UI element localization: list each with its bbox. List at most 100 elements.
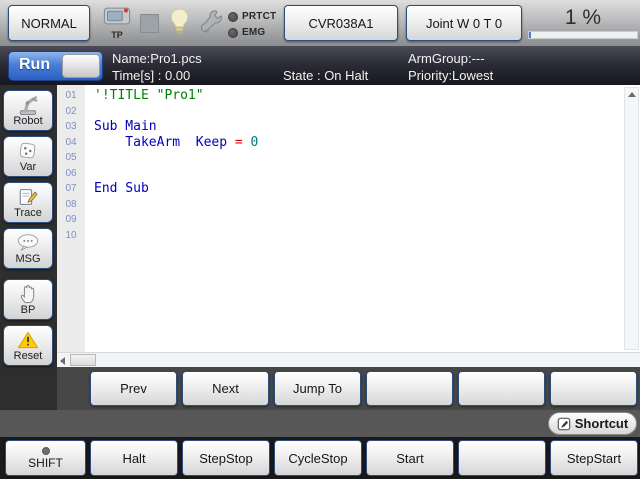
shift-indicator-dot xyxy=(42,447,50,455)
indicator-lamps: PRTCT EMG xyxy=(228,9,276,41)
sidebar-button-reset[interactable]: Reset xyxy=(3,325,53,366)
line-number: 02 xyxy=(57,104,85,120)
speed-percent-label: 1 % xyxy=(528,4,638,31)
code-text xyxy=(85,104,94,120)
run-toggle[interactable]: Run xyxy=(8,51,103,81)
code-line: 09 xyxy=(57,212,640,228)
horizontal-scroll-thumb[interactable] xyxy=(70,354,96,366)
code-text xyxy=(85,166,94,182)
code-text xyxy=(85,150,94,166)
scroll-up-icon[interactable] xyxy=(628,92,636,97)
sidebar-button-label: MSG xyxy=(15,253,40,265)
stepstop-button[interactable]: StepStop xyxy=(182,440,270,476)
sidebar-button-var[interactable]: Var xyxy=(3,136,53,177)
halt-button[interactable]: Halt xyxy=(90,440,178,476)
prtct-label: PRTCT xyxy=(242,11,276,22)
shortcut-label: Shortcut xyxy=(575,416,628,431)
horizontal-scrollbar[interactable] xyxy=(57,352,640,367)
bulb-icon[interactable] xyxy=(170,8,189,42)
program-name: Name:Pro1.pcs xyxy=(112,50,202,67)
mode-button[interactable]: NORMAL xyxy=(8,5,90,41)
nav-button-blank[interactable] xyxy=(550,371,637,406)
speed-display[interactable]: 1 % xyxy=(528,4,638,39)
code-line: 06 xyxy=(57,166,640,182)
teach-pendant-glyph xyxy=(103,6,131,26)
run-toggle-label: Run xyxy=(19,56,50,74)
speed-progress-bar xyxy=(528,31,638,39)
line-number: 03 xyxy=(57,119,85,135)
sidebar: Robot Var Trace MSG BP Reset xyxy=(0,85,57,410)
armgroup: ArmGroup:--- xyxy=(408,50,493,67)
code-line: 02 xyxy=(57,104,640,120)
prtct-lamp-icon xyxy=(228,12,238,22)
emg-lamp-icon xyxy=(228,28,238,38)
program-name-time: Name:Pro1.pcs Time[s] : 0.00 xyxy=(112,50,202,84)
warning-triangle-icon xyxy=(17,330,39,350)
nav-button-prev[interactable]: Prev xyxy=(90,371,177,406)
line-number: 01 xyxy=(57,88,85,104)
sidebar-button-label: Var xyxy=(20,161,36,173)
line-number: 06 xyxy=(57,166,85,182)
shortcut-button[interactable]: Shortcut xyxy=(548,412,637,435)
blank-button[interactable] xyxy=(458,440,546,476)
code-line: 01'!TITLE "Pro1" xyxy=(57,88,640,104)
code-editor[interactable]: 01'!TITLE "Pro1"0203Sub Main04 TakeArm K… xyxy=(57,85,640,352)
dice-icon xyxy=(17,141,39,161)
nav-button-blank[interactable] xyxy=(458,371,545,406)
stepstart-button[interactable]: StepStart xyxy=(550,440,638,476)
code-line: 07End Sub xyxy=(57,181,640,197)
code-line: 03Sub Main xyxy=(57,119,640,135)
emg-label: EMG xyxy=(242,27,265,38)
nav-button-jump-to[interactable]: Jump To xyxy=(274,371,361,406)
shift-button[interactable]: SHIFT xyxy=(5,440,86,476)
message-bubble-icon xyxy=(16,233,40,253)
scroll-left-icon[interactable] xyxy=(60,357,65,365)
code-line: 08 xyxy=(57,197,640,213)
vertical-scrollbar[interactable] xyxy=(624,87,639,350)
line-number: 09 xyxy=(57,212,85,228)
controller-button[interactable]: CVR038A1 xyxy=(284,5,398,41)
armgroup-priority: ArmGroup:--- Priority:Lowest xyxy=(408,50,493,84)
editor-panel: 01'!TITLE "Pro1"0203Sub Main04 TakeArm K… xyxy=(57,85,640,410)
top-toolbar: NORMAL TP P xyxy=(0,0,640,47)
code-text: Sub Main xyxy=(85,119,157,135)
program-time: Time[s] : 0.00 xyxy=(112,67,202,84)
tp-label: TP xyxy=(102,30,132,40)
code-text xyxy=(85,197,94,213)
shift-button-label: SHIFT xyxy=(28,456,63,470)
sidebar-button-label: BP xyxy=(21,304,36,316)
sidebar-button-bp[interactable]: BP xyxy=(3,279,53,320)
sidebar-button-label: Trace xyxy=(14,207,42,219)
coordinate-mode-button[interactable]: Joint W 0 T 0 xyxy=(406,5,522,41)
line-number: 05 xyxy=(57,150,85,166)
sidebar-button-label: Robot xyxy=(13,115,42,127)
code-line: 05 xyxy=(57,150,640,166)
sidebar-button-msg[interactable]: MSG xyxy=(3,228,53,269)
teach-pendant-screen: NORMAL TP P xyxy=(0,0,640,479)
program-status-bar: Run Name:Pro1.pcs Time[s] : 0.00 State :… xyxy=(0,47,640,85)
code-text xyxy=(85,228,94,244)
line-number: 07 xyxy=(57,181,85,197)
priority: Priority:Lowest xyxy=(408,67,493,84)
code-line: 10 xyxy=(57,228,640,244)
start-button[interactable]: Start xyxy=(366,440,454,476)
teach-pendant-icon[interactable]: TP xyxy=(102,6,132,40)
hand-icon xyxy=(19,284,38,304)
shortcut-icon xyxy=(557,417,571,431)
robot-arm-icon xyxy=(16,95,40,115)
code-line: 04 TakeArm Keep = 0 xyxy=(57,135,640,151)
code-text: End Sub xyxy=(85,181,149,197)
line-number: 10 xyxy=(57,228,85,244)
wrench-icon[interactable] xyxy=(201,8,222,43)
sidebar-button-trace[interactable]: Trace xyxy=(3,182,53,223)
cyclestop-button[interactable]: CycleStop xyxy=(274,440,362,476)
code-text: '!TITLE "Pro1" xyxy=(85,88,204,104)
nav-button-blank[interactable] xyxy=(366,371,453,406)
code-text: TakeArm Keep = 0 xyxy=(85,135,258,151)
sidebar-button-robot[interactable]: Robot xyxy=(3,90,53,131)
nav-button-next[interactable]: Next xyxy=(182,371,269,406)
shortcut-band: Shortcut xyxy=(0,410,640,437)
sidebar-button-label: Reset xyxy=(14,350,43,362)
code-text xyxy=(85,212,94,228)
run-toggle-knob[interactable] xyxy=(62,54,100,78)
